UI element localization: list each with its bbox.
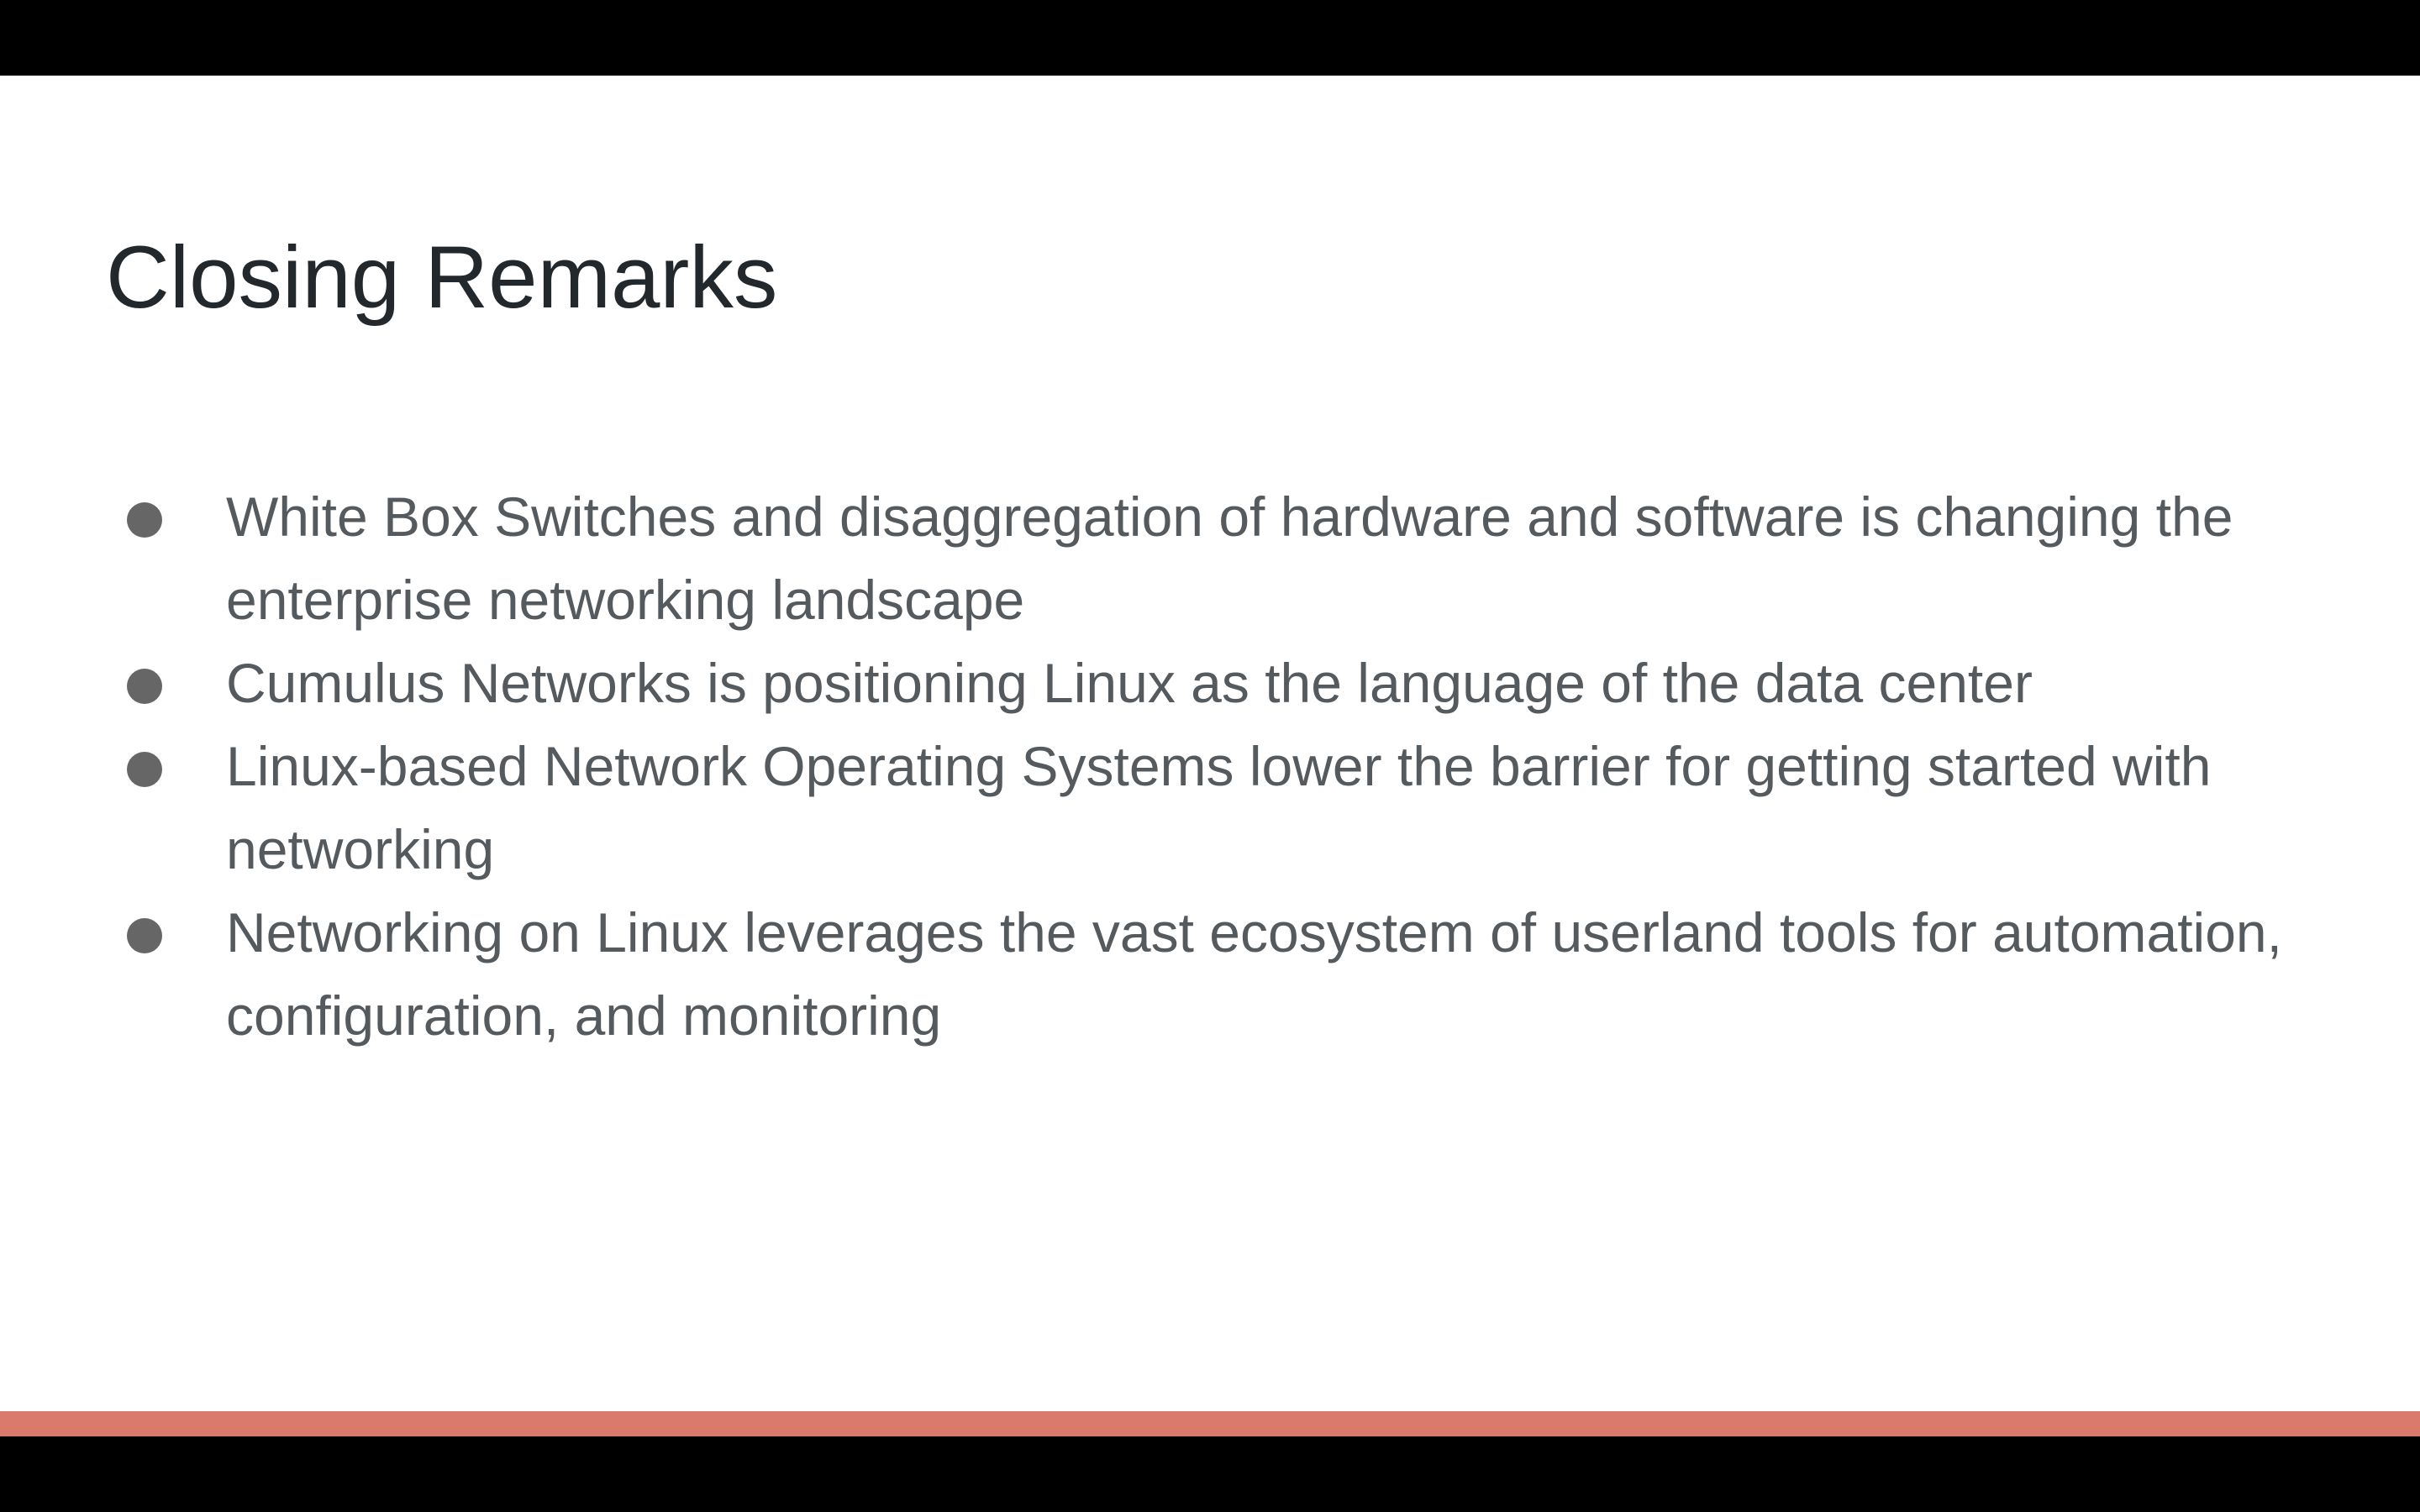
bullet-text: Networking on Linux leverages the vast e… — [226, 901, 2282, 1047]
bullet-text: Linux-based Network Operating Systems lo… — [226, 735, 2212, 880]
presentation-screen: Closing Remarks White Box Switches and d… — [0, 0, 2420, 1512]
list-item: Networking on Linux leverages the vast e… — [0, 891, 2420, 1058]
accent-bar — [0, 1411, 2420, 1436]
bullet-dot-icon — [127, 918, 162, 953]
bullet-dot-icon — [127, 752, 162, 787]
letterbox-bottom — [0, 1436, 2420, 1512]
bullet-list: White Box Switches and disaggregation of… — [0, 475, 2420, 1058]
bullet-dot-icon — [127, 669, 162, 704]
bullet-text: Cumulus Networks is positioning Linux as… — [226, 652, 2033, 714]
slide: Closing Remarks White Box Switches and d… — [0, 76, 2420, 1436]
slide-title: Closing Remarks — [106, 228, 778, 327]
list-item: Linux-based Network Operating Systems lo… — [0, 725, 2420, 891]
list-item: White Box Switches and disaggregation of… — [0, 475, 2420, 642]
list-item: Cumulus Networks is positioning Linux as… — [0, 642, 2420, 725]
letterbox-top — [0, 0, 2420, 76]
bullet-text: White Box Switches and disaggregation of… — [226, 486, 2233, 631]
bullet-dot-icon — [127, 502, 162, 538]
